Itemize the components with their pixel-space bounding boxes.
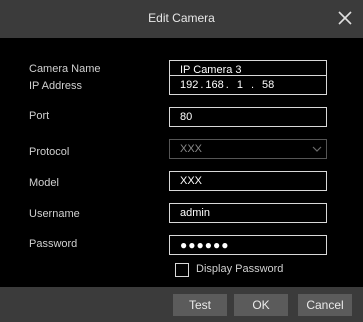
ok-button[interactable]: OK — [234, 294, 288, 316]
ip-octet-3[interactable]: 1 — [237, 76, 243, 94]
chevron-down-icon — [312, 146, 322, 152]
port-label: Port — [29, 110, 50, 122]
display-password-label: Display Password — [196, 263, 284, 275]
edit-camera-dialog: Edit Camera Camera Name IP Camera 3 IP A… — [0, 0, 363, 322]
password-input[interactable]: ●●●●●● — [169, 235, 327, 255]
ip-octet-1[interactable]: 192 — [180, 76, 198, 94]
ip-address-label: IP Address — [29, 80, 82, 92]
username-input[interactable]: admin — [169, 203, 327, 223]
protocol-value: XXX — [180, 143, 203, 155]
model-input[interactable]: XXX — [169, 171, 327, 191]
checkbox-icon[interactable] — [175, 263, 189, 277]
ip-octet-2[interactable]: 168 — [205, 76, 223, 94]
protocol-label: Protocol — [29, 146, 70, 158]
title-bar: Edit Camera — [0, 0, 363, 38]
ip-address-input[interactable]: 192. 168. 1. 58 — [169, 75, 327, 95]
model-label: Model — [29, 177, 59, 189]
username-label: Username — [29, 208, 80, 220]
protocol-select: XXX — [169, 139, 327, 159]
close-icon — [338, 11, 352, 25]
ip-octet-4[interactable]: 58 — [262, 76, 274, 94]
dialog-title: Edit Camera — [148, 11, 215, 25]
test-button[interactable]: Test — [173, 294, 227, 316]
password-label: Password — [29, 238, 78, 250]
close-button[interactable] — [335, 8, 355, 28]
camera-name-label: Camera Name — [29, 63, 101, 75]
button-bar: Test OK Cancel — [0, 287, 363, 322]
cancel-button[interactable]: Cancel — [298, 294, 352, 316]
port-input[interactable]: 80 — [169, 107, 327, 127]
